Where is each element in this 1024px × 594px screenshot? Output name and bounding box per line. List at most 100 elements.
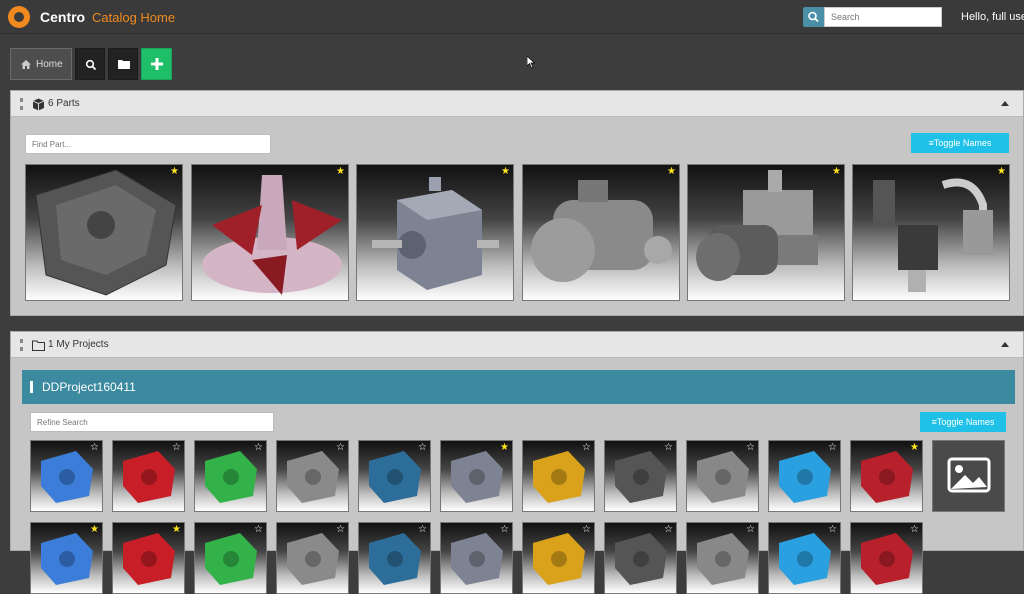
top-bar: Centro Catalog Home Hello, full user	[0, 0, 1024, 34]
project-part-thumbnail[interactable]: ☆	[522, 522, 595, 594]
project-part-thumbnail[interactable]: ☆	[850, 522, 923, 594]
logo-icon[interactable]	[8, 6, 30, 28]
project-part-thumbnail[interactable]: ★	[30, 522, 103, 594]
favorite-star-icon[interactable]: ☆	[828, 443, 837, 453]
collapse-caret-icon[interactable]	[1001, 342, 1009, 347]
favorite-star-icon[interactable]: ★	[501, 167, 510, 177]
part-image	[202, 175, 342, 295]
favorite-star-icon[interactable]: ★	[667, 167, 676, 177]
part-image	[873, 178, 993, 292]
favorite-star-icon[interactable]: ★	[997, 167, 1006, 177]
drag-handle-icon[interactable]	[30, 381, 33, 393]
project-part-thumbnail[interactable]: ☆	[30, 440, 103, 512]
projects-panel-header[interactable]: 1 My Projects	[11, 332, 1023, 358]
folder-button[interactable]	[108, 48, 138, 80]
project-part-thumbnail[interactable]: ☆	[194, 522, 267, 594]
projects-panel: 1 My Projects DDProject160411 ≡Toggle Na…	[10, 331, 1024, 594]
search-icon	[808, 11, 819, 23]
part-thumbnail[interactable]: ★	[25, 164, 183, 301]
part-image	[372, 177, 499, 290]
project-part-thumbnail[interactable]: ☆	[358, 522, 431, 594]
projects-panel-title: 1 My Projects	[48, 339, 109, 350]
favorite-star-icon[interactable]: ★	[170, 167, 179, 177]
parts-panel-title: 6 Parts	[48, 98, 80, 109]
user-greeting[interactable]: Hello, full user	[961, 11, 1024, 23]
search-input[interactable]	[824, 7, 942, 27]
project-part-thumbnail[interactable]: ☆	[358, 440, 431, 512]
project-name[interactable]: DDProject160411	[42, 380, 136, 394]
favorite-star-icon[interactable]: ☆	[254, 525, 263, 535]
favorite-star-icon[interactable]: ☆	[828, 525, 837, 535]
part-image	[696, 170, 818, 281]
parts-panel-header[interactable]: 6 Parts	[11, 91, 1023, 117]
image-placeholder-tile[interactable]	[932, 440, 1005, 512]
favorite-star-icon[interactable]: ★	[832, 167, 841, 177]
favorite-star-icon[interactable]: ★	[910, 443, 919, 453]
favorite-star-icon[interactable]: ☆	[582, 443, 591, 453]
favorite-star-icon[interactable]: ☆	[172, 443, 181, 453]
favorite-star-icon[interactable]: ☆	[664, 443, 673, 453]
drag-handle-icon[interactable]	[20, 98, 23, 110]
project-part-thumbnail[interactable]: ★	[112, 522, 185, 594]
favorite-star-icon[interactable]: ☆	[336, 525, 345, 535]
project-part-thumbnail[interactable]: ☆	[604, 440, 677, 512]
favorite-star-icon[interactable]: ☆	[746, 525, 755, 535]
project-toggle-names-button[interactable]: ≡Toggle Names	[920, 412, 1006, 432]
favorite-star-icon[interactable]: ☆	[582, 525, 591, 535]
favorite-star-icon[interactable]: ☆	[910, 525, 919, 535]
collapse-caret-icon[interactable]	[1001, 101, 1009, 106]
add-button[interactable]	[141, 48, 172, 80]
favorite-star-icon[interactable]: ★	[172, 525, 181, 535]
toggle-names-button[interactable]: ≡Toggle Names	[911, 133, 1009, 153]
part-thumbnail[interactable]: ★	[687, 164, 845, 301]
brand-name[interactable]: Centro	[40, 9, 85, 25]
search-button[interactable]	[803, 7, 824, 27]
project-toggle-names-label: Toggle Names	[936, 417, 995, 427]
project-part-thumbnail[interactable]: ★	[850, 440, 923, 512]
project-part-thumbnail[interactable]: ☆	[522, 440, 595, 512]
favorite-star-icon[interactable]: ★	[336, 167, 345, 177]
favorite-star-icon[interactable]: ☆	[500, 525, 509, 535]
favorite-star-icon[interactable]: ☆	[90, 443, 99, 453]
part-thumbnail[interactable]: ★	[191, 164, 349, 301]
part-thumbnail[interactable]: ★	[852, 164, 1010, 301]
part-image	[35, 169, 177, 296]
favorite-star-icon[interactable]: ☆	[664, 525, 673, 535]
favorite-star-icon[interactable]: ☆	[418, 525, 427, 535]
part-thumbnail[interactable]: ★	[522, 164, 680, 301]
search-tool-button[interactable]	[75, 48, 105, 80]
find-part-input[interactable]	[25, 134, 271, 154]
project-part-thumbnail[interactable]: ☆	[276, 440, 349, 512]
favorite-star-icon[interactable]: ☆	[336, 443, 345, 453]
drag-handle-icon[interactable]	[20, 339, 23, 351]
plus-icon	[151, 58, 163, 70]
app-title[interactable]: Catalog Home	[92, 10, 175, 25]
project-part-thumbnail[interactable]: ☆	[604, 522, 677, 594]
favorite-star-icon[interactable]: ☆	[418, 443, 427, 453]
image-placeholder-icon	[947, 457, 991, 493]
search-icon	[85, 59, 97, 71]
cube-icon	[32, 98, 45, 111]
folder-open-icon	[32, 340, 45, 351]
project-part-thumbnail[interactable]: ★	[440, 440, 513, 512]
refine-search-input[interactable]	[30, 412, 274, 432]
project-header[interactable]: DDProject160411	[22, 370, 1015, 404]
part-image	[531, 180, 672, 282]
project-part-thumbnail[interactable]: ☆	[768, 440, 841, 512]
folder-icon	[118, 60, 130, 69]
project-part-thumbnail[interactable]: ☆	[686, 522, 759, 594]
home-button[interactable]: Home	[10, 48, 72, 80]
mouse-cursor-icon	[527, 56, 536, 69]
part-thumbnail[interactable]: ★	[356, 164, 514, 301]
favorite-star-icon[interactable]: ☆	[746, 443, 755, 453]
home-icon	[21, 60, 31, 69]
favorite-star-icon[interactable]: ☆	[254, 443, 263, 453]
project-part-thumbnail[interactable]: ☆	[768, 522, 841, 594]
project-part-thumbnail[interactable]: ☆	[440, 522, 513, 594]
favorite-star-icon[interactable]: ★	[90, 525, 99, 535]
project-part-thumbnail[interactable]: ☆	[686, 440, 759, 512]
project-part-thumbnail[interactable]: ☆	[194, 440, 267, 512]
project-part-thumbnail[interactable]: ☆	[276, 522, 349, 594]
favorite-star-icon[interactable]: ★	[500, 443, 509, 453]
project-part-thumbnail[interactable]: ☆	[112, 440, 185, 512]
